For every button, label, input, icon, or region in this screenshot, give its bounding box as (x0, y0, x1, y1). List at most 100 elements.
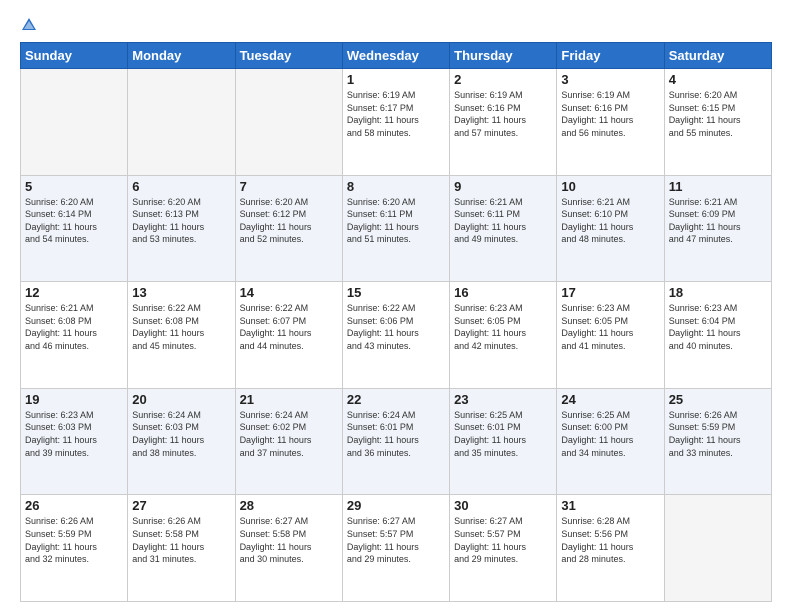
weekday-header-saturday: Saturday (664, 43, 771, 69)
weekday-header-thursday: Thursday (450, 43, 557, 69)
calendar-cell: 11 Sunrise: 6:21 AMSunset: 6:09 PMDayligh… (664, 175, 771, 282)
day-info: Sunrise: 6:23 AMSunset: 6:04 PMDaylight:… (669, 302, 767, 352)
day-number: 5 (25, 179, 123, 194)
calendar-cell: 15Sunrise: 6:22 AMSunset: 6:06 PMDayligh… (342, 282, 449, 389)
day-info: Sunrise: 6:20 AMSunset: 6:15 PMDaylight:… (669, 89, 767, 139)
day-info: Sunrise: 6:27 AMSunset: 5:57 PMDaylight:… (454, 515, 552, 565)
day-number: 28 (240, 498, 338, 513)
day-number: 20 (132, 392, 230, 407)
day-info: Sunrise: 6:23 AMSunset: 6:03 PMDaylight:… (25, 409, 123, 459)
day-number: 29 (347, 498, 445, 513)
calendar-cell: 26 Sunrise: 6:26 AMSunset: 5:59 PMDayligh… (21, 495, 128, 602)
day-info: Sunrise: 6:21 AMSunset: 6:08 PMDaylight:… (25, 302, 123, 352)
calendar-cell: 14 Sunrise: 6:22 AMSunset: 6:07 PMDayligh… (235, 282, 342, 389)
day-number: 7 (240, 179, 338, 194)
day-info: Sunrise: 6:19 AMSunset: 6:17 PMDaylight:… (347, 89, 445, 139)
calendar-cell: 8 Sunrise: 6:20 AMSunset: 6:11 PMDaylight… (342, 175, 449, 282)
day-info: Sunrise: 6:24 AMSunset: 6:02 PMDaylight:… (240, 409, 338, 459)
day-number: 14 (240, 285, 338, 300)
calendar-cell (21, 69, 128, 176)
calendar-cell: 31Sunrise: 6:28 AMSunset: 5:56 PMDayligh… (557, 495, 664, 602)
day-number: 12 (25, 285, 123, 300)
calendar-cell: 25 Sunrise: 6:26 AMSunset: 5:59 PMDayligh… (664, 388, 771, 495)
weekday-header-friday: Friday (557, 43, 664, 69)
day-info: Sunrise: 6:27 AMSunset: 5:57 PMDaylight:… (347, 515, 445, 565)
day-number: 2 (454, 72, 552, 87)
calendar-cell: 17 Sunrise: 6:23 AMSunset: 6:05 PMDayligh… (557, 282, 664, 389)
day-number: 1 (347, 72, 445, 87)
day-info: Sunrise: 6:26 AMSunset: 5:58 PMDaylight:… (132, 515, 230, 565)
calendar-cell: 10Sunrise: 6:21 AMSunset: 6:10 PMDayligh… (557, 175, 664, 282)
header (20, 16, 772, 34)
day-info: Sunrise: 6:22 AMSunset: 6:08 PMDaylight:… (132, 302, 230, 352)
day-info: Sunrise: 6:25 AMSunset: 6:00 PMDaylight:… (561, 409, 659, 459)
day-number: 27 (132, 498, 230, 513)
day-number: 3 (561, 72, 659, 87)
calendar-cell: 5 Sunrise: 6:20 AMSunset: 6:14 PMDaylight… (21, 175, 128, 282)
calendar-cell: 22 Sunrise: 6:24 AMSunset: 6:01 PMDayligh… (342, 388, 449, 495)
day-info: Sunrise: 6:22 AMSunset: 6:07 PMDaylight:… (240, 302, 338, 352)
calendar-cell: 21Sunrise: 6:24 AMSunset: 6:02 PMDayligh… (235, 388, 342, 495)
day-number: 24 (561, 392, 659, 407)
day-number: 13 (132, 285, 230, 300)
weekday-header-wednesday: Wednesday (342, 43, 449, 69)
calendar-week-row: 5 Sunrise: 6:20 AMSunset: 6:14 PMDaylight… (21, 175, 772, 282)
day-info: Sunrise: 6:26 AMSunset: 5:59 PMDaylight:… (669, 409, 767, 459)
day-info: Sunrise: 6:25 AMSunset: 6:01 PMDaylight:… (454, 409, 552, 459)
calendar-week-row: 1 Sunrise: 6:19 AMSunset: 6:17 PMDaylight… (21, 69, 772, 176)
calendar-cell: 16Sunrise: 6:23 AMSunset: 6:05 PMDayligh… (450, 282, 557, 389)
calendar-cell: 20 Sunrise: 6:24 AMSunset: 6:03 PMDayligh… (128, 388, 235, 495)
day-number: 6 (132, 179, 230, 194)
day-info: Sunrise: 6:22 AMSunset: 6:06 PMDaylight:… (347, 302, 445, 352)
calendar-cell: 7Sunrise: 6:20 AMSunset: 6:12 PMDaylight… (235, 175, 342, 282)
day-info: Sunrise: 6:21 AMSunset: 6:11 PMDaylight:… (454, 196, 552, 246)
day-info: Sunrise: 6:24 AMSunset: 6:03 PMDaylight:… (132, 409, 230, 459)
day-info: Sunrise: 6:20 AMSunset: 6:14 PMDaylight:… (25, 196, 123, 246)
calendar-cell: 27 Sunrise: 6:26 AMSunset: 5:58 PMDayligh… (128, 495, 235, 602)
day-info: Sunrise: 6:21 AMSunset: 6:09 PMDaylight:… (669, 196, 767, 246)
day-number: 16 (454, 285, 552, 300)
logo (20, 16, 42, 34)
day-number: 9 (454, 179, 552, 194)
calendar-cell: 2 Sunrise: 6:19 AMSunset: 6:16 PMDaylight… (450, 69, 557, 176)
logo-icon (20, 16, 38, 34)
day-info: Sunrise: 6:19 AMSunset: 6:16 PMDaylight:… (454, 89, 552, 139)
calendar-cell: 19 Sunrise: 6:23 AMSunset: 6:03 PMDayligh… (21, 388, 128, 495)
page: SundayMondayTuesdayWednesdayThursdayFrid… (0, 0, 792, 612)
calendar-cell (235, 69, 342, 176)
day-info: Sunrise: 6:28 AMSunset: 5:56 PMDaylight:… (561, 515, 659, 565)
day-info: Sunrise: 6:19 AMSunset: 6:16 PMDaylight:… (561, 89, 659, 139)
day-info: Sunrise: 6:20 AMSunset: 6:11 PMDaylight:… (347, 196, 445, 246)
day-number: 30 (454, 498, 552, 513)
day-number: 11 (669, 179, 767, 194)
day-number: 4 (669, 72, 767, 87)
day-number: 26 (25, 498, 123, 513)
calendar-cell: 4 Sunrise: 6:20 AMSunset: 6:15 PMDaylight… (664, 69, 771, 176)
calendar-week-row: 12 Sunrise: 6:21 AMSunset: 6:08 PMDayligh… (21, 282, 772, 389)
calendar-cell: 23Sunrise: 6:25 AMSunset: 6:01 PMDayligh… (450, 388, 557, 495)
day-info: Sunrise: 6:23 AMSunset: 6:05 PMDaylight:… (561, 302, 659, 352)
calendar-cell (664, 495, 771, 602)
day-number: 25 (669, 392, 767, 407)
calendar-cell: 12 Sunrise: 6:21 AMSunset: 6:08 PMDayligh… (21, 282, 128, 389)
calendar-cell: 13 Sunrise: 6:22 AMSunset: 6:08 PMDayligh… (128, 282, 235, 389)
weekday-header-tuesday: Tuesday (235, 43, 342, 69)
weekday-header-sunday: Sunday (21, 43, 128, 69)
weekday-header-monday: Monday (128, 43, 235, 69)
day-number: 17 (561, 285, 659, 300)
day-number: 8 (347, 179, 445, 194)
day-info: Sunrise: 6:21 AMSunset: 6:10 PMDaylight:… (561, 196, 659, 246)
calendar-cell (128, 69, 235, 176)
calendar-cell: 24 Sunrise: 6:25 AMSunset: 6:00 PMDayligh… (557, 388, 664, 495)
calendar-cell: 6 Sunrise: 6:20 AMSunset: 6:13 PMDaylight… (128, 175, 235, 282)
calendar-week-row: 26 Sunrise: 6:26 AMSunset: 5:59 PMDayligh… (21, 495, 772, 602)
calendar-week-row: 19 Sunrise: 6:23 AMSunset: 6:03 PMDayligh… (21, 388, 772, 495)
day-info: Sunrise: 6:24 AMSunset: 6:01 PMDaylight:… (347, 409, 445, 459)
calendar-cell: 30 Sunrise: 6:27 AMSunset: 5:57 PMDayligh… (450, 495, 557, 602)
day-info: Sunrise: 6:26 AMSunset: 5:59 PMDaylight:… (25, 515, 123, 565)
day-number: 22 (347, 392, 445, 407)
calendar-cell: 9 Sunrise: 6:21 AMSunset: 6:11 PMDaylight… (450, 175, 557, 282)
weekday-header-row: SundayMondayTuesdayWednesdayThursdayFrid… (21, 43, 772, 69)
day-number: 19 (25, 392, 123, 407)
day-info: Sunrise: 6:20 AMSunset: 6:13 PMDaylight:… (132, 196, 230, 246)
